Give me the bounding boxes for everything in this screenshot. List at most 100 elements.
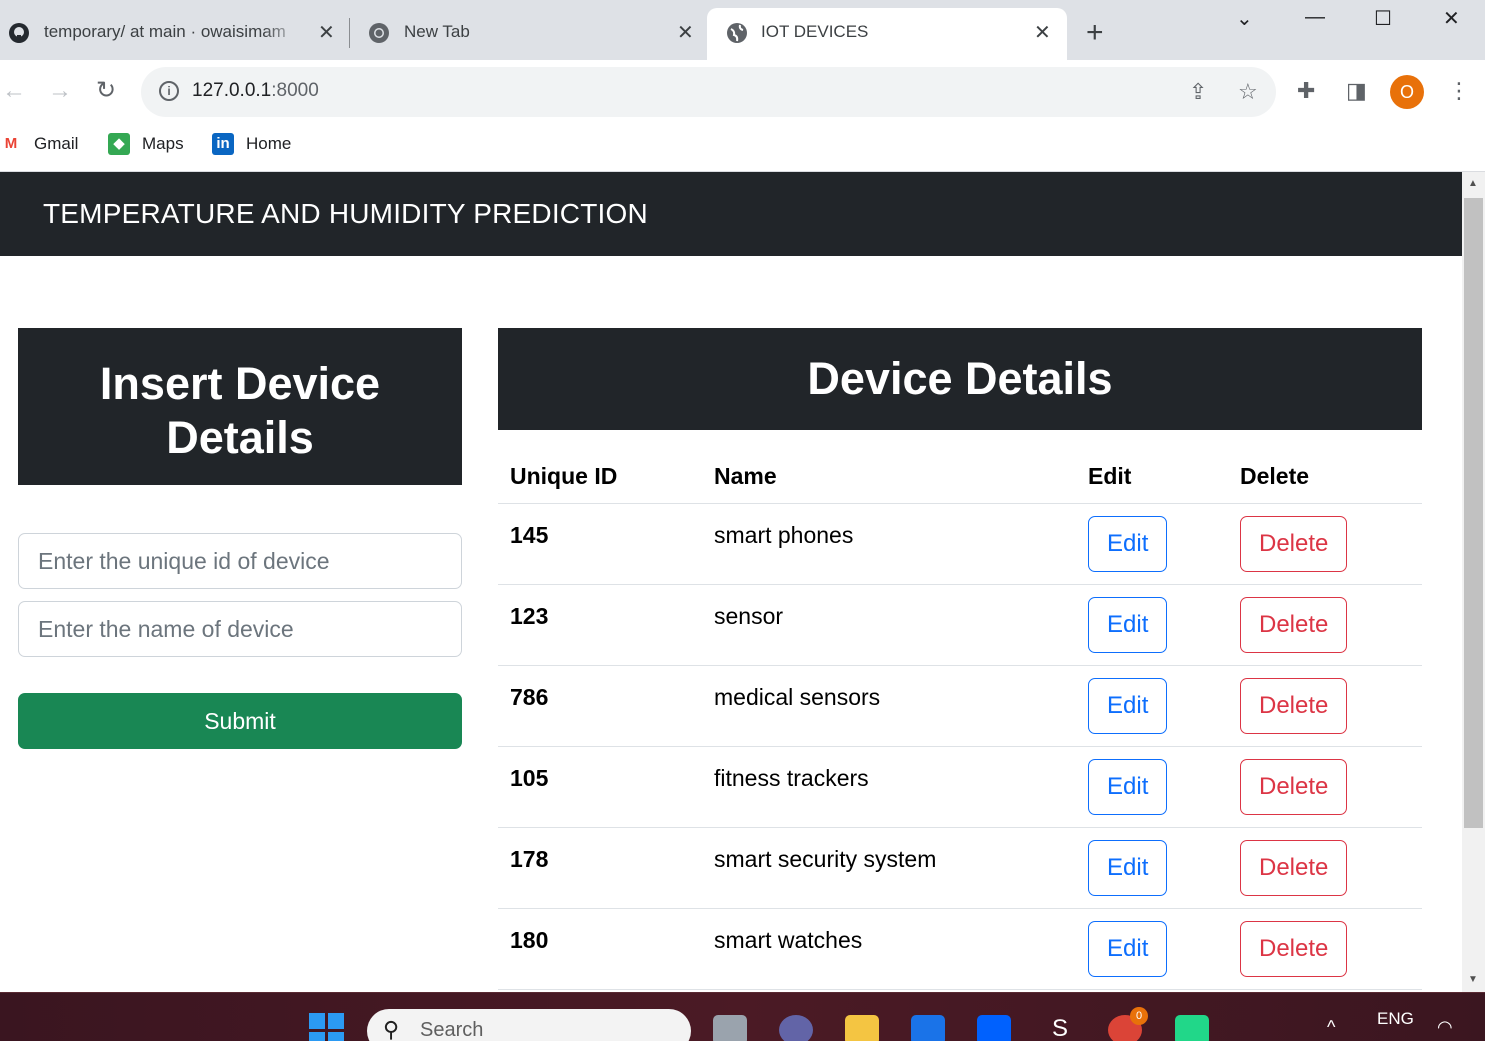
- table-row: 178 smart security system Edit Delete: [498, 827, 1422, 909]
- chrome-icon: [368, 22, 390, 44]
- close-icon[interactable]: ✕: [318, 22, 335, 44]
- device-id-cell: 786: [498, 665, 702, 747]
- language-indicator[interactable]: ENG: [1377, 1009, 1414, 1029]
- bookmark-gmail[interactable]: M Gmail: [0, 133, 78, 155]
- tab-github[interactable]: temporary/ at main · owaisimam ✕: [0, 8, 345, 60]
- dropbox-icon[interactable]: [977, 1015, 1011, 1041]
- delete-cell: Delete: [1228, 665, 1422, 747]
- device-id-cell: 178: [498, 827, 702, 909]
- url-text[interactable]: 127.0.0.1:8000: [192, 80, 319, 102]
- bookmark-maps[interactable]: ◆ Maps: [108, 133, 184, 155]
- top-navbar: TEMPERATURE AND HUMIDITY PREDICTION: [0, 172, 1462, 256]
- address-bar[interactable]: i 127.0.0.1:8000 ⇪ ☆: [141, 67, 1276, 117]
- app-s-icon[interactable]: S: [1043, 1015, 1077, 1041]
- edit-button[interactable]: Edit: [1088, 515, 1168, 572]
- device-table: Unique ID Name Edit Delete 145 smart pho…: [498, 430, 1422, 990]
- tab-title: temporary/ at main · owaisimam: [44, 22, 286, 41]
- insert-device-heading: Insert Device Details: [18, 328, 462, 485]
- window-close-icon[interactable]: ✕: [1443, 6, 1460, 31]
- windows-taskbar: ⚲ Search S 0 ^ ENG ◠: [0, 992, 1485, 1041]
- table-row: 786 medical sensors Edit Delete: [498, 665, 1422, 747]
- gmail-icon: M: [0, 133, 22, 155]
- device-id-cell: 180: [498, 908, 702, 990]
- maps-icon: ◆: [108, 133, 130, 155]
- bookmark-home[interactable]: in Home: [212, 133, 291, 155]
- scroll-up-arrow-icon[interactable]: ▲: [1468, 178, 1478, 189]
- column-header-edit: Edit: [1076, 430, 1228, 504]
- mail-icon[interactable]: [911, 1015, 945, 1041]
- delete-button[interactable]: Delete: [1240, 677, 1348, 734]
- scroll-down-arrow-icon[interactable]: ▼: [1468, 974, 1478, 985]
- minimize-icon[interactable]: —: [1305, 6, 1325, 29]
- share-icon[interactable]: ⇪: [1189, 79, 1207, 105]
- tab-separator: [349, 18, 350, 48]
- globe-icon: [726, 22, 748, 44]
- maximize-icon[interactable]: ☐: [1374, 6, 1392, 31]
- teams-chat-icon[interactable]: [779, 1015, 813, 1041]
- page-scrollbar[interactable]: ▲ ▼: [1462, 172, 1485, 992]
- browser-tab-strip: temporary/ at main · owaisimam ✕ New Tab…: [0, 0, 1485, 60]
- reload-icon[interactable]: ↻: [96, 76, 116, 106]
- browser-toolbar: ← → ↻ i 127.0.0.1:8000 ⇪ ☆ ✚ ◨ O ⋮: [0, 60, 1485, 124]
- search-icon: ⚲: [383, 1017, 400, 1041]
- delete-cell: Delete: [1228, 908, 1422, 990]
- scrollbar-thumb[interactable]: [1464, 198, 1483, 828]
- delete-button[interactable]: Delete: [1240, 839, 1348, 896]
- edit-button[interactable]: Edit: [1088, 839, 1168, 896]
- edit-button[interactable]: Edit: [1088, 920, 1168, 977]
- device-id-cell: 145: [498, 503, 702, 585]
- pycharm-icon[interactable]: [1175, 1015, 1209, 1041]
- device-details-heading: Device Details: [498, 328, 1422, 430]
- delete-button[interactable]: Delete: [1240, 515, 1348, 572]
- table-row: 145 smart phones Edit Delete: [498, 503, 1422, 585]
- close-icon[interactable]: ✕: [677, 22, 694, 44]
- site-info-icon[interactable]: i: [159, 81, 179, 101]
- device-name-cell: smart phones: [702, 503, 1076, 585]
- forward-arrow-icon[interactable]: →: [48, 76, 72, 106]
- insert-device-panel: Insert Device Details Submit: [18, 328, 462, 749]
- tab-iot-devices[interactable]: IOT DEVICES ✕: [707, 8, 1067, 60]
- submit-button[interactable]: Submit: [18, 693, 462, 749]
- navbar-brand[interactable]: TEMPERATURE AND HUMIDITY PREDICTION: [43, 198, 648, 230]
- delete-button[interactable]: Delete: [1240, 758, 1348, 815]
- wifi-icon[interactable]: ◠: [1437, 1017, 1453, 1038]
- taskbar-search[interactable]: ⚲ Search: [367, 1009, 691, 1041]
- edit-cell: Edit: [1076, 827, 1228, 909]
- delete-button[interactable]: Delete: [1240, 920, 1348, 977]
- delete-cell: Delete: [1228, 584, 1422, 666]
- close-icon[interactable]: ✕: [1034, 22, 1051, 44]
- device-name-input[interactable]: [18, 601, 462, 657]
- bookmark-star-icon[interactable]: ☆: [1238, 79, 1258, 105]
- chrome-taskbar-icon[interactable]: 0: [1108, 1007, 1148, 1041]
- back-arrow-icon[interactable]: ←: [2, 76, 26, 106]
- extensions-puzzle-icon[interactable]: ✚: [1297, 78, 1315, 104]
- task-view-icon[interactable]: [713, 1015, 747, 1041]
- windows-start-icon[interactable]: [309, 1013, 344, 1041]
- url-host: 127.0.0.1: [192, 80, 272, 101]
- side-panel-icon[interactable]: ◨: [1346, 78, 1367, 104]
- column-header-unique-id: Unique ID: [498, 430, 702, 504]
- edit-cell: Edit: [1076, 908, 1228, 990]
- edit-button[interactable]: Edit: [1088, 677, 1168, 734]
- device-name-cell: medical sensors: [702, 665, 1076, 747]
- delete-cell: Delete: [1228, 827, 1422, 909]
- delete-cell: Delete: [1228, 746, 1422, 828]
- edit-button[interactable]: Edit: [1088, 758, 1168, 815]
- edit-button[interactable]: Edit: [1088, 596, 1168, 653]
- menu-kebab-icon[interactable]: ⋮: [1448, 78, 1470, 104]
- tab-search-chevron-icon[interactable]: ⌄: [1236, 6, 1253, 31]
- tray-chevron-up-icon[interactable]: ^: [1327, 1017, 1335, 1038]
- search-label: Search: [420, 1019, 484, 1041]
- github-icon: [8, 22, 30, 44]
- device-name-cell: smart security system: [702, 827, 1076, 909]
- delete-button[interactable]: Delete: [1240, 596, 1348, 653]
- device-id-input[interactable]: [18, 533, 462, 589]
- bookmarks-bar: M Gmail ◆ Maps in Home: [0, 124, 1485, 172]
- bookmark-label: Maps: [142, 134, 184, 153]
- new-tab-plus-icon[interactable]: +: [1086, 18, 1104, 48]
- file-explorer-icon[interactable]: [845, 1015, 879, 1041]
- profile-avatar[interactable]: O: [1390, 75, 1424, 109]
- edit-cell: Edit: [1076, 665, 1228, 747]
- table-row: 105 fitness trackers Edit Delete: [498, 746, 1422, 828]
- tab-new-tab[interactable]: New Tab ✕: [360, 8, 705, 60]
